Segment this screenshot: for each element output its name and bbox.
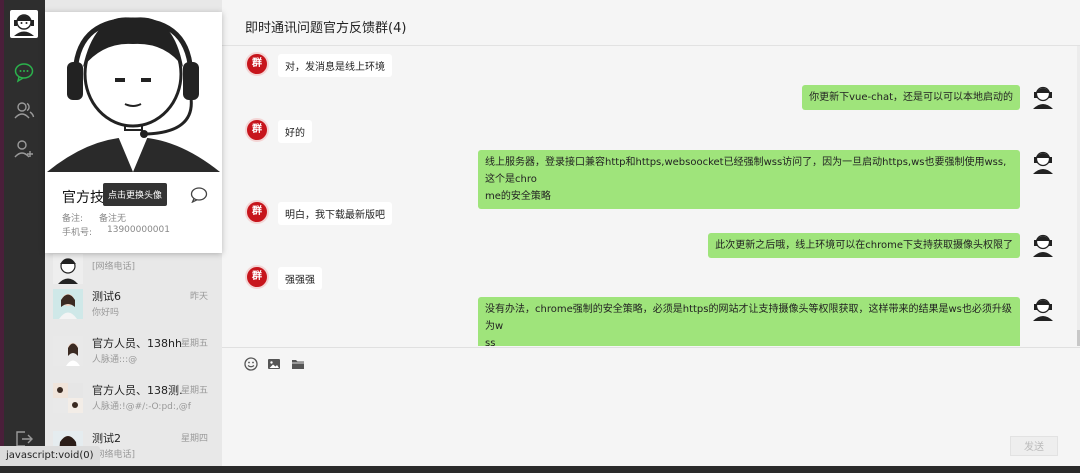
message-bubble-right: 线上服务器，登录接口兼容http和https,websoocket已经强制wss… <box>478 150 1020 209</box>
group-avatar[interactable]: 群 <box>245 265 269 289</box>
contact-item[interactable]: 官方人员、138测… 星期五 人脉通:!@#/:-O:pd:,@f <box>45 379 222 425</box>
contact-name: 测试2 <box>92 432 121 445</box>
group-avatar[interactable]: 群 <box>245 52 269 76</box>
contact-name: 测试6 <box>92 290 121 303</box>
group-avatar[interactable]: 群 <box>245 118 269 142</box>
nav-sidebar <box>4 0 45 466</box>
remark-value: 备注无 <box>99 214 127 224</box>
contact-avatar <box>53 289 83 319</box>
contact-last-message: 你好吗 <box>92 308 120 318</box>
phone-value: 13900000001 <box>107 225 170 235</box>
message-list[interactable]: 群 对，发消息是线上环境 你更新下vue-chat，还是可以可以本地启动的 群 … <box>222 46 1080 346</box>
phone-label: 手机号: <box>62 228 93 238</box>
group-avatar[interactable]: 群 <box>245 200 269 224</box>
user-avatar[interactable] <box>1030 295 1056 321</box>
message-bubble-right: 你更新下vue-chat，还是可以可以本地启动的 <box>802 85 1020 110</box>
message-line: ss <box>485 338 496 346</box>
contact-last-message: 人脉通:::@ <box>92 355 138 365</box>
message-bubble-left: 强强强 <box>278 267 322 290</box>
message-bubble-right: 没有办法，chrome强制的安全策略，必须是https的网站才让支持摄像头等权限… <box>478 297 1020 346</box>
chat-icon[interactable] <box>13 61 35 83</box>
contact-item[interactable]: 官方人员、138hh 星期五 人脉通:::@ <box>45 332 222 378</box>
message-bubble-left: 明白，我下载最新版吧 <box>278 202 392 225</box>
remark-label: 备注: <box>62 214 84 224</box>
contact-time: 星期四 <box>180 434 208 444</box>
contact-avatar <box>53 336 83 366</box>
user-avatar[interactable] <box>1030 231 1056 257</box>
message-line: 没有办法，chrome强制的安全策略，必须是https的网站才让支持摄像头等权限… <box>485 304 1012 332</box>
message-bubble-left: 对，发消息是线上环境 <box>278 54 392 77</box>
contact-name: 官方人员、138hh <box>92 337 182 350</box>
message-bubble-left: 好的 <box>278 120 312 143</box>
contact-last-message: [网络电话] <box>92 450 136 460</box>
contact-avatar <box>53 383 83 413</box>
user-avatar[interactable] <box>1030 83 1056 109</box>
message-line: me的安全策略 <box>485 191 551 202</box>
message-bubble-right: 此次更新之后哦，线上环境可以在chrome下支持获取摄像头权限了 <box>708 233 1020 258</box>
contact-time: 星期五 <box>180 339 208 349</box>
profile-photo[interactable] <box>45 12 222 172</box>
browser-status-bar: javascript:void(0) <box>0 446 100 466</box>
contacts-icon[interactable] <box>13 99 35 121</box>
send-button[interactable]: 发送 <box>1010 436 1058 456</box>
composer-toolbar <box>222 347 1080 378</box>
send-message-icon[interactable] <box>190 187 208 204</box>
message-line: 线上服务器，登录接口兼容http和https,websoocket已经强制wss… <box>485 157 1007 185</box>
profile-name: 官方技 <box>62 190 104 206</box>
contact-avatar <box>53 254 83 284</box>
contact-item[interactable]: 测试6 昨天 你好吗 <box>45 285 222 331</box>
contact-time: 星期五 <box>180 386 208 396</box>
user-avatar[interactable] <box>1030 148 1056 174</box>
emoji-icon[interactable] <box>244 356 258 371</box>
message-input[interactable] <box>222 378 1080 434</box>
contact-last-message: [网络电话] <box>92 262 136 272</box>
add-friend-icon[interactable] <box>13 138 35 160</box>
contact-name: 官方人员、138测… <box>92 384 182 397</box>
chat-panel: 即时通讯问题官方反馈群(4) 群 对，发消息是线上环境 你更新下vue-chat… <box>222 0 1080 466</box>
chat-title: 即时通讯问题官方反馈群(4) <box>245 21 407 36</box>
contact-time: 昨天 <box>189 292 208 302</box>
contact-last-message: 人脉通:!@#/:-O:pd:,@f <box>92 402 191 412</box>
change-avatar-tooltip: 点击更换头像 <box>103 183 168 206</box>
image-icon[interactable] <box>267 356 281 370</box>
my-avatar[interactable] <box>10 10 38 38</box>
profile-card: 官方技 点击更换头像 备注: 备注无 手机号: 13900000001 <box>45 12 222 253</box>
folder-icon[interactable] <box>291 356 305 370</box>
chat-header: 即时通讯问题官方反馈群(4) <box>222 0 1080 46</box>
